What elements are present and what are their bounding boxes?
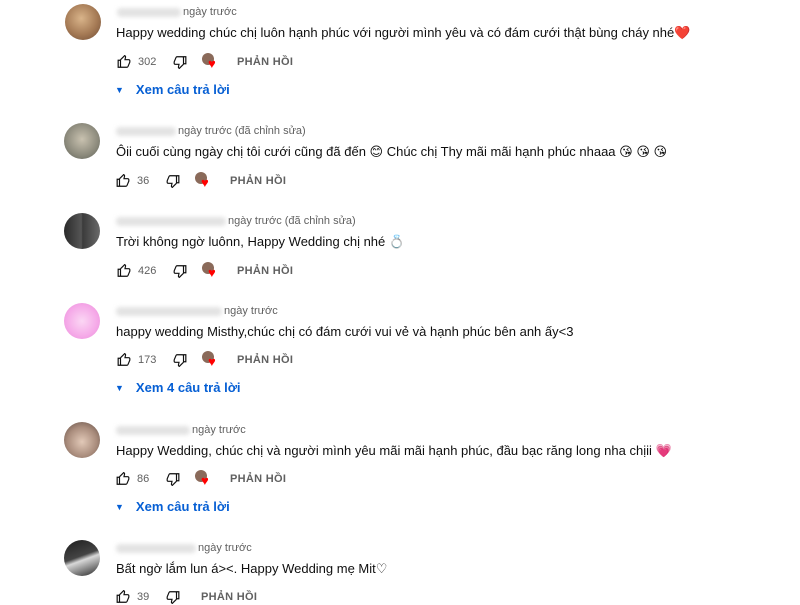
thumb-down-icon (166, 591, 180, 604)
comment-item: ngày trước happy wedding Misthy,chúc chị… (0, 300, 800, 400)
thumb-up-icon (117, 264, 131, 277)
comment-item: ngày trước (đã chỉnh sửa) Ôii cuối cùng … (0, 120, 800, 195)
comment-item: ngày trước (đã chỉnh sửa) Trời không ngờ… (0, 210, 800, 285)
heart-icon: ♥ (208, 354, 216, 369)
author-name[interactable] (116, 126, 176, 136)
comment-text: Happy Wedding, chúc chị và người mình yê… (116, 443, 672, 458)
comment-toolbar: 173 ♥ PHẢN HỒI (114, 350, 293, 370)
creator-heart-badge: ♥ (195, 171, 217, 191)
comment-timestamp[interactable]: ngày trước (183, 6, 237, 18)
like-button[interactable] (114, 350, 134, 370)
author-name[interactable] (116, 425, 190, 435)
dislike-button[interactable] (170, 52, 190, 72)
reply-button[interactable]: PHẢN HỒI (201, 591, 257, 603)
comment-author-line: ngày trước (đã chỉnh sửa) (116, 215, 356, 227)
like-count: 36 (137, 175, 150, 187)
dislike-button[interactable] (170, 350, 190, 370)
thumb-up-icon (116, 472, 130, 485)
dislike-button[interactable] (163, 469, 183, 489)
heart-icon: ♥ (201, 473, 209, 488)
creator-heart-badge: ♥ (195, 469, 217, 489)
dislike-button[interactable] (163, 171, 183, 191)
like-count: 426 (138, 265, 157, 277)
view-replies-label: Xem câu trả lời (135, 82, 230, 97)
avatar[interactable] (64, 422, 100, 458)
comment-item: ngày trước Happy Wedding, chúc chị và ng… (0, 420, 800, 520)
creator-heart-badge: ♥ (202, 52, 224, 72)
comment-author-line: ngày trước (đã chỉnh sửa) (116, 125, 306, 137)
thumb-down-icon (166, 473, 180, 486)
comment-timestamp[interactable]: ngày trước (224, 305, 278, 317)
comment-text: Happy wedding chúc chị luôn hạnh phúc vớ… (116, 25, 691, 40)
dislike-button[interactable] (163, 587, 183, 605)
heart-icon: ♥ (208, 265, 216, 280)
thumb-down-icon (173, 56, 187, 69)
view-replies-button[interactable]: ▼ Xem câu trả lời (115, 82, 230, 97)
view-replies-label: Xem câu trả lời (135, 499, 230, 514)
comment-text: happy wedding Misthy,chúc chị có đám cướ… (116, 324, 574, 339)
comment-text: Bất ngờ lắm lun á><. Happy Wedding mẹ Mi… (116, 561, 388, 576)
thumb-up-icon (116, 174, 130, 187)
avatar[interactable] (64, 540, 100, 576)
comment-toolbar: 302 ♥ PHẢN HỒI (114, 52, 293, 72)
comments-section: ngày trước Happy wedding chúc chị luôn h… (0, 0, 800, 605)
avatar[interactable] (64, 303, 100, 339)
creator-heart-badge: ♥ (202, 350, 224, 370)
thumb-down-icon (173, 265, 187, 278)
view-replies-label: Xem 4 câu trả lời (135, 380, 241, 395)
thumb-up-icon (117, 353, 131, 366)
comment-author-line: ngày trước (116, 305, 278, 317)
like-button[interactable] (113, 171, 133, 191)
avatar[interactable] (64, 123, 100, 159)
like-count: 39 (137, 591, 150, 603)
thumb-down-icon (166, 175, 180, 188)
like-button[interactable] (114, 52, 134, 72)
comment-toolbar: 39 PHẢN HỒI (113, 587, 257, 605)
avatar[interactable] (65, 4, 101, 40)
heart-icon: ♥ (201, 175, 209, 190)
reply-button[interactable]: PHẢN HỒI (237, 354, 293, 366)
comment-timestamp[interactable]: ngày trước (đã chỉnh sửa) (228, 215, 356, 227)
author-name[interactable] (116, 216, 226, 226)
comment-toolbar: 426 ♥ PHẢN HỒI (114, 261, 293, 281)
comment-toolbar: 36 ♥ PHẢN HỒI (113, 171, 286, 191)
comment-timestamp[interactable]: ngày trước (198, 542, 252, 554)
chevron-down-icon: ▼ (115, 501, 124, 512)
comment-author-line: ngày trước (117, 6, 237, 18)
view-replies-button[interactable]: ▼ Xem 4 câu trả lời (115, 380, 241, 395)
like-count: 86 (137, 473, 150, 485)
view-replies-button[interactable]: ▼ Xem câu trả lời (115, 499, 230, 514)
chevron-down-icon: ▼ (115, 84, 124, 95)
comment-author-line: ngày trước (116, 424, 246, 436)
author-name[interactable] (117, 7, 181, 17)
comment-item: ngày trước Happy wedding chúc chị luôn h… (0, 0, 800, 105)
author-name[interactable] (116, 306, 222, 316)
creator-heart-badge: ♥ (202, 261, 224, 281)
author-name[interactable] (116, 543, 196, 553)
comment-author-line: ngày trước (116, 542, 252, 554)
comment-text: Trời không ngờ luônn, Happy Wedding chị … (116, 234, 406, 249)
comment-text: Ôii cuối cùng ngày chị tôi cưới cũng đã … (116, 144, 668, 159)
reply-button[interactable]: PHẢN HỒI (237, 265, 293, 277)
comment-timestamp[interactable]: ngày trước (192, 424, 246, 436)
thumb-up-icon (117, 55, 131, 68)
like-button[interactable] (114, 261, 134, 281)
reply-button[interactable]: PHẢN HỒI (230, 175, 286, 187)
comment-toolbar: 86 ♥ PHẢN HỒI (113, 469, 286, 489)
reply-button[interactable]: PHẢN HỒI (237, 56, 293, 68)
comment-item: ngày trước Bất ngờ lắm lun á><. Happy We… (0, 538, 800, 605)
avatar[interactable] (64, 213, 100, 249)
comment-timestamp[interactable]: ngày trước (đã chỉnh sửa) (178, 125, 306, 137)
thumb-up-icon (116, 590, 130, 603)
chevron-down-icon: ▼ (115, 382, 124, 393)
like-count: 302 (138, 56, 157, 68)
reply-button[interactable]: PHẢN HỒI (230, 473, 286, 485)
thumb-down-icon (173, 354, 187, 367)
heart-icon: ♥ (208, 56, 216, 71)
dislike-button[interactable] (170, 261, 190, 281)
like-button[interactable] (113, 469, 133, 489)
like-count: 173 (138, 354, 157, 366)
like-button[interactable] (113, 587, 133, 605)
